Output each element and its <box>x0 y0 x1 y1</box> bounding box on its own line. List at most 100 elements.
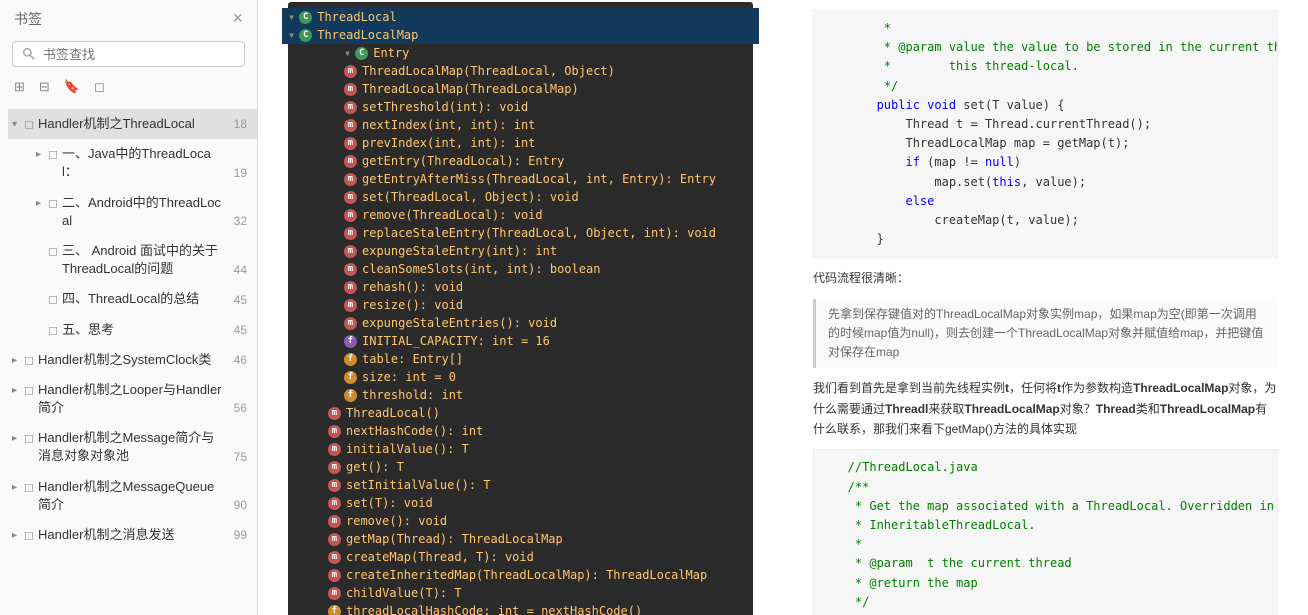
ide-member-row: m set(T): void <box>288 494 753 512</box>
member-kind-icon: f <box>344 353 357 366</box>
member-signature: expungeStaleEntry(int): int <box>362 242 557 260</box>
nav-item[interactable]: ▾◻Handler机制之ThreadLocal18 <box>8 109 257 139</box>
ide-member-row: mThreadLocal() <box>288 404 753 422</box>
ide-member-row: ▾CThreadLocal <box>282 8 759 26</box>
page-number: 75 <box>234 449 247 466</box>
ide-structure-image: ▾CThreadLocal▾CThreadLocalMap▾CEntrymThr… <box>288 2 753 615</box>
member-kind-icon: m <box>344 317 357 330</box>
ide-member-row: mget(): T <box>288 458 753 476</box>
member-signature: getEntryAfterMiss(ThreadLocal, int, Entr… <box>362 170 716 188</box>
member-kind-icon: m <box>344 245 357 258</box>
ide-member-row: mcleanSomeSlots(int, int): boolean <box>288 260 753 278</box>
search-input[interactable] <box>43 47 236 62</box>
expand-all-icon[interactable]: ⊞ <box>14 79 25 95</box>
close-icon[interactable]: × <box>232 8 243 29</box>
expand-arrow-icon[interactable]: ▸ <box>12 481 22 495</box>
collapse-arrow-icon[interactable]: ▾ <box>288 26 295 44</box>
member-signature: initialValue(): T <box>346 440 469 458</box>
nav-item[interactable]: ▸◻一、Java中的ThreadLocal：19 <box>8 139 257 187</box>
ide-member-row: mrehash(): void <box>288 278 753 296</box>
expand-arrow-icon[interactable]: ▾ <box>12 118 22 132</box>
ide-member-row: mcreateInheritedMap(ThreadLocalMap): Thr… <box>288 566 753 584</box>
member-kind-icon: m <box>344 299 357 312</box>
member-kind-icon: m <box>344 119 357 132</box>
member-signature: ThreadLocal <box>317 8 396 26</box>
expand-arrow-icon[interactable]: ▸ <box>12 384 22 398</box>
bookmark-item-icon: ◻ <box>24 352 34 369</box>
nav-item-label: Handler机制之消息发送 <box>38 526 175 544</box>
member-signature: setInitialValue(): T <box>346 476 491 494</box>
content-area: ▾CThreadLocal▾CThreadLocalMap▾CEntrymThr… <box>258 0 1308 615</box>
page-number: 19 <box>234 165 247 182</box>
bookmark-icon[interactable]: 🔖 <box>64 79 80 95</box>
expand-arrow-icon[interactable]: ▸ <box>12 529 22 543</box>
nav-item-label: 五、思考 <box>62 321 114 339</box>
page-number: 99 <box>234 527 247 544</box>
nav-item-label: Handler机制之ThreadLocal <box>38 115 195 133</box>
member-signature: getMap(Thread): ThreadLocalMap <box>346 530 563 548</box>
expand-arrow-icon[interactable]: ▸ <box>12 354 22 368</box>
nav-item-label: Handler机制之MessageQueue简介 <box>38 478 226 514</box>
ide-member-row: minitialValue(): T <box>288 440 753 458</box>
ide-member-row: mresize(): void <box>288 296 753 314</box>
page-number: 45 <box>234 322 247 339</box>
search-box[interactable] <box>12 41 245 67</box>
nav-item-label: 四、ThreadLocal的总结 <box>62 290 199 308</box>
member-signature: nextHashCode(): int <box>346 422 483 440</box>
page-number: 18 <box>234 116 247 133</box>
sidebar-toolbar: ⊞ ⊟ 🔖 ◻ <box>0 75 257 105</box>
member-kind-icon: m <box>344 209 357 222</box>
member-kind-icon: m <box>328 533 341 546</box>
member-signature: ThreadLocalMap <box>317 26 418 44</box>
expand-arrow-icon[interactable]: ▸ <box>36 148 46 162</box>
bookmark-item-icon: ◻ <box>48 291 58 308</box>
member-kind-icon: m <box>344 65 357 78</box>
member-kind-icon: m <box>344 155 357 168</box>
nav-item[interactable]: ◻三、 Android 面试中的关于ThreadLocal的问题44 <box>8 236 257 284</box>
bookmark-outline-icon[interactable]: ◻ <box>94 79 105 95</box>
nav-item[interactable]: ▸◻Handler机制之MessageQueue简介90 <box>8 472 257 520</box>
member-kind-icon: m <box>344 137 357 150</box>
expand-arrow-icon[interactable]: ▸ <box>36 197 46 211</box>
ide-member-row: mgetEntry(ThreadLocal): Entry <box>288 152 753 170</box>
ide-member-row: msetThreshold(int): void <box>288 98 753 116</box>
ide-member-row: m expungeStaleEntry(int): int <box>288 242 753 260</box>
ide-member-row: fsize: int = 0 <box>288 368 753 386</box>
bookmark-item-icon: ◻ <box>48 322 58 339</box>
member-signature: remove(): void <box>346 512 447 530</box>
nav-item[interactable]: ▸◻Handler机制之Looper与Handler简介56 <box>8 375 257 423</box>
collapse-arrow-icon[interactable]: ▾ <box>288 8 295 26</box>
bookmark-item-icon: ◻ <box>48 146 58 163</box>
member-kind-icon: m <box>344 281 357 294</box>
collapse-all-icon[interactable]: ⊟ <box>39 79 50 95</box>
member-kind-icon: C <box>299 29 312 42</box>
page-number: 46 <box>234 352 247 369</box>
member-kind-icon: m <box>328 497 341 510</box>
member-signature: remove(ThreadLocal): void <box>362 206 543 224</box>
ide-member-row: m remove(): void <box>288 512 753 530</box>
nav-item-label: Handler机制之Message简介与消息对象对象池 <box>38 429 226 465</box>
member-signature: createInheritedMap(ThreadLocalMap): Thre… <box>346 566 707 584</box>
nav-item[interactable]: ▸◻Handler机制之消息发送99 <box>8 520 257 550</box>
nav-item[interactable]: ◻四、ThreadLocal的总结45 <box>8 284 257 314</box>
expand-arrow-icon[interactable]: ▸ <box>12 432 22 446</box>
ide-member-row: mchildValue(T): T <box>288 584 753 602</box>
collapse-arrow-icon[interactable]: ▾ <box>344 44 351 62</box>
member-kind-icon: f <box>344 371 357 384</box>
member-kind-icon: m <box>328 515 341 528</box>
member-signature: ThreadLocal() <box>346 404 440 422</box>
member-signature: cleanSomeSlots(int, int): boolean <box>362 260 600 278</box>
nav-item-label: 二、Android中的ThreadLocal <box>62 194 226 230</box>
member-kind-icon: C <box>355 47 368 60</box>
page-number: 44 <box>234 262 247 279</box>
ide-member-row: m getMap(Thread): ThreadLocalMap <box>288 530 753 548</box>
nav-item[interactable]: ▸◻Handler机制之SystemClock类46 <box>8 345 257 375</box>
member-signature: expungeStaleEntries(): void <box>362 314 557 332</box>
member-signature: childValue(T): T <box>346 584 462 602</box>
bookmark-item-icon: ◻ <box>24 430 34 447</box>
nav-item[interactable]: ◻五、思考 45 <box>8 315 257 345</box>
nav-item[interactable]: ▸◻Handler机制之Message简介与消息对象对象池 75 <box>8 423 257 471</box>
nav-item[interactable]: ▸◻二、Android中的ThreadLocal32 <box>8 188 257 236</box>
nav-item-label: 三、 Android 面试中的关于ThreadLocal的问题 <box>62 242 226 278</box>
member-signature: set(T): void <box>346 494 433 512</box>
